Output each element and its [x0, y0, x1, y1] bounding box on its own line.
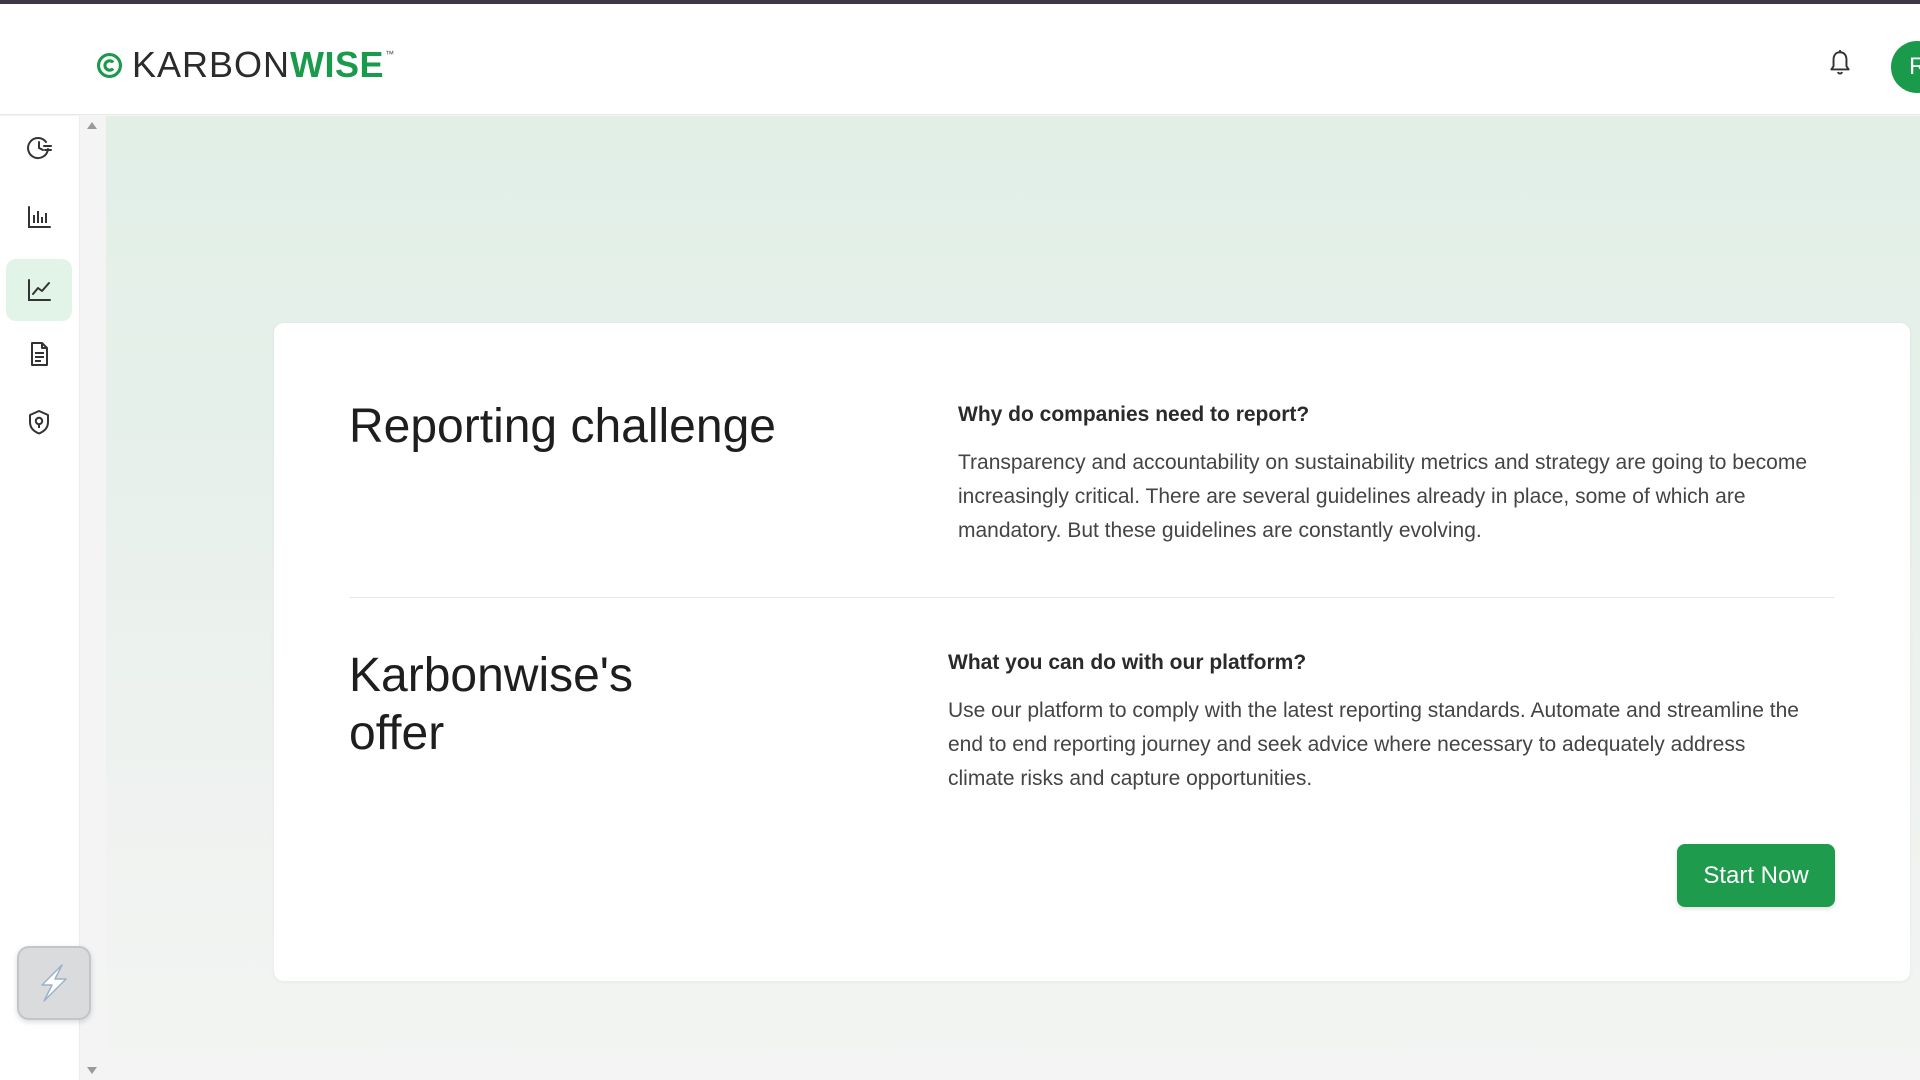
lightning-extension-icon: [41, 964, 67, 1002]
history-clock-icon: [27, 137, 52, 160]
logo-mark-icon: [97, 52, 122, 78]
sidebar-item-security[interactable]: [6, 391, 72, 453]
scroll-down-arrow[interactable]: [87, 1067, 97, 1074]
logo-text: KARBONWISE: [132, 44, 384, 86]
section-divider: [349, 597, 1835, 598]
sidebar-item-history[interactable]: [6, 117, 72, 179]
bar-chart-icon: [28, 206, 51, 228]
document-icon: [31, 342, 48, 366]
sidebar-item-bar-chart[interactable]: [6, 186, 72, 248]
sidebar-item-documents[interactable]: [6, 323, 72, 385]
extension-button[interactable]: [17, 946, 91, 1020]
section-title-offer: Karbonwise's offer: [349, 649, 633, 760]
trademark-symbol: ™: [385, 49, 395, 59]
sidebar-scrollbar[interactable]: [80, 116, 106, 1080]
user-avatar[interactable]: R: [1891, 41, 1920, 93]
start-now-button[interactable]: Start Now: [1677, 844, 1835, 907]
karbonwise-logo[interactable]: KARBONWISE ™: [97, 44, 395, 86]
info-card: Reporting challenge Why do companies nee…: [274, 323, 1910, 981]
section-body-reporting: Transparency and accountability on susta…: [958, 451, 1808, 542]
section-body-offer: Use our platform to comply with the late…: [948, 699, 1799, 790]
bell-icon[interactable]: [1827, 49, 1853, 77]
shield-icon: [29, 410, 49, 435]
top-header: KARBONWISE ™ R: [0, 4, 1920, 115]
sidebar-item-line-chart[interactable]: [6, 259, 72, 321]
section-question-reporting: Why do companies need to report?: [958, 403, 1310, 426]
section-title-reporting: Reporting challenge: [349, 400, 776, 453]
section-question-offer: What you can do with our platform?: [948, 651, 1307, 674]
line-chart-icon: [28, 279, 51, 301]
logo-text-karbon: KARBON: [132, 44, 291, 85]
scroll-up-arrow[interactable]: [87, 122, 97, 129]
logo-text-wise: WISE: [290, 44, 385, 85]
